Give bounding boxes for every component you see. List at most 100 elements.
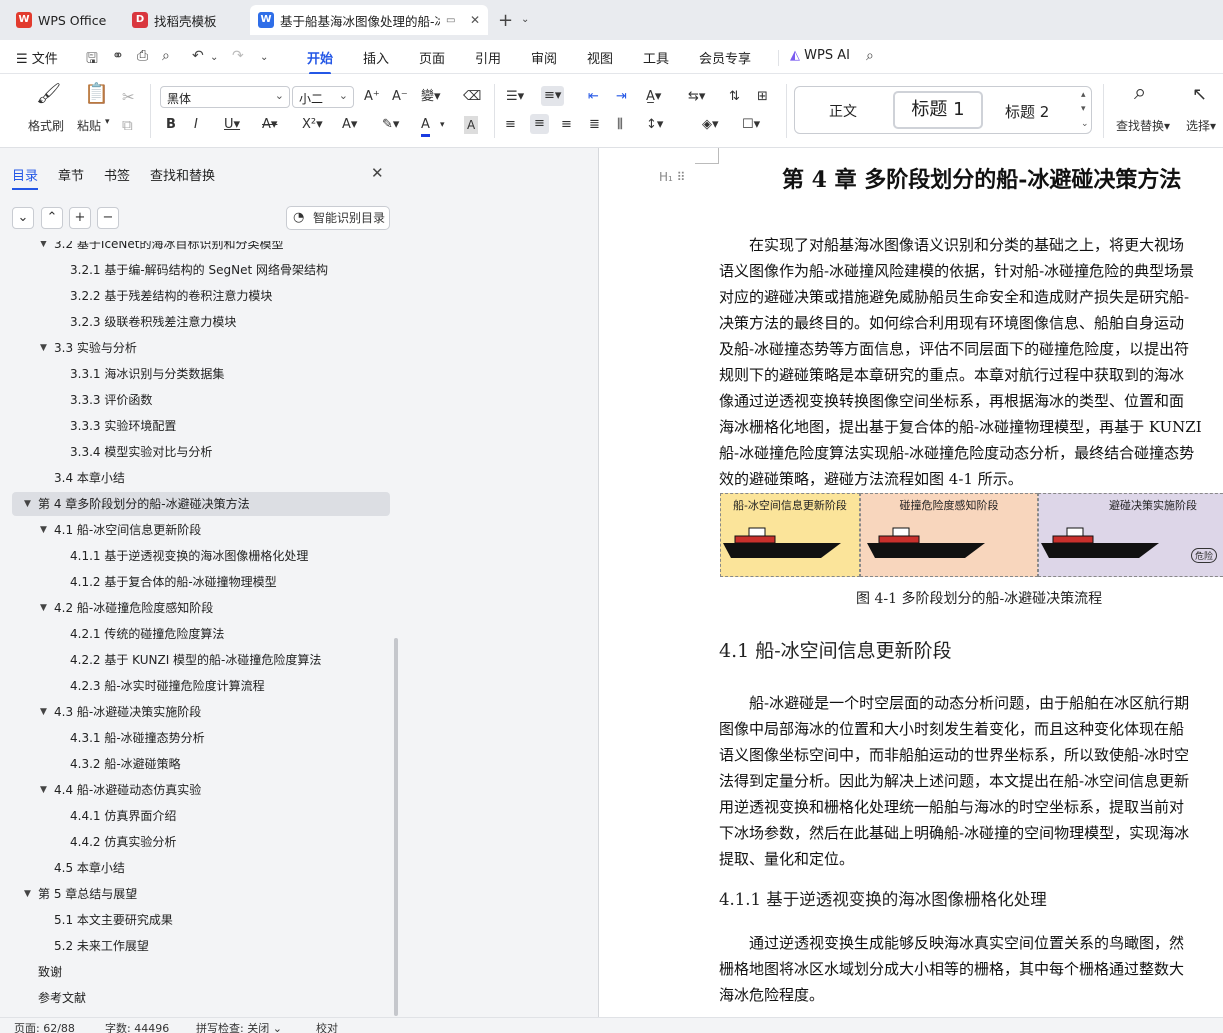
style-scroll-down-icon[interactable]: ▾ — [1081, 104, 1086, 114]
style-heading-1[interactable]: 标题 1 — [893, 91, 983, 129]
toc-item[interactable]: 3.2.2 基于残差结构的卷积注意力模块 — [12, 284, 390, 308]
close-icon[interactable]: ✕ — [464, 13, 480, 27]
print-icon[interactable]: ⎙ — [137, 48, 148, 64]
toc-item[interactable]: 5.2 未来工作展望 — [12, 934, 390, 958]
increase-indent-icon[interactable]: ⇥ — [616, 88, 627, 106]
toc-item[interactable]: 4.4.1 仿真界面介绍 — [12, 804, 390, 828]
char-shading-icon[interactable]: A — [464, 116, 479, 134]
find-replace-icon[interactable]: ⌕ — [1134, 82, 1146, 104]
file-menu[interactable]: ☰ 文件 — [16, 48, 58, 67]
align-right-icon[interactable]: ≡ — [561, 116, 572, 134]
menu-member[interactable]: 会员专享 — [699, 48, 751, 67]
borders-icon[interactable]: ☐▾ — [742, 116, 760, 134]
word-count[interactable]: 字数: 44496 — [105, 1020, 169, 1033]
superscript-icon[interactable]: X²▾ — [302, 116, 323, 134]
align-center-icon[interactable]: ≡ — [530, 114, 549, 134]
phonetic-icon[interactable]: 變▾ — [421, 88, 441, 106]
share-icon[interactable]: ⚭ — [112, 48, 124, 64]
collapse-down-icon[interactable]: ⌄ — [12, 207, 34, 229]
undo-icon[interactable]: ↶ — [192, 48, 204, 64]
menu-references[interactable]: 引用 — [475, 48, 501, 67]
proofread[interactable]: 校对 — [316, 1020, 338, 1033]
select-pointer-icon[interactable]: ↖ — [1192, 86, 1207, 104]
expand-arrow-icon[interactable]: ▼ — [24, 492, 31, 516]
style-normal[interactable]: 正文 — [829, 101, 857, 121]
shading-icon[interactable]: ◈▾ — [702, 116, 719, 134]
wps-ai-button[interactable]: ◭ WPS AI — [790, 48, 850, 63]
toc-item[interactable]: ▼ 4.1 船-冰空间信息更新阶段 — [12, 518, 390, 542]
toc-item[interactable]: ▼ 第 5 章总结与展望 — [12, 882, 390, 906]
toc-item[interactable]: ▼ 3.3 实验与分析 — [12, 336, 390, 360]
toc-item[interactable]: 5.1 本文主要研究成果 — [12, 908, 390, 932]
style-scroll-up-icon[interactable]: ▴ — [1081, 90, 1086, 100]
nav-tab-bookmarks[interactable]: 书签 — [104, 165, 130, 184]
toc-item[interactable]: 4.2.3 船-冰实时碰撞危险度计算流程 — [12, 674, 390, 698]
toc-item[interactable]: 4.2.2 基于 KUNZI 模型的船-冰碰撞危险度算法 — [12, 648, 390, 672]
decrease-indent-icon[interactable]: ⇤ — [588, 88, 599, 106]
page-count[interactable]: 页面: 62/88 — [14, 1020, 75, 1033]
toc-item[interactable]: 3.3.3 实验环境配置 — [12, 414, 390, 438]
menu-insert[interactable]: 插入 — [363, 48, 389, 67]
underline-icon[interactable]: U▾ — [224, 116, 240, 134]
find-replace-label[interactable]: 查找替换▾ — [1116, 117, 1170, 134]
format-painter-label[interactable]: 格式刷 — [28, 117, 64, 134]
toc-item[interactable]: ▼ 4.3 船-冰避碰决策实施阶段 — [12, 700, 390, 724]
format-painter-icon[interactable]: 🖌 — [36, 83, 61, 103]
paste-icon[interactable]: 📋 — [84, 83, 109, 103]
expand-arrow-icon[interactable]: ▼ — [40, 518, 47, 542]
numbered-list-icon[interactable]: ≡▾ — [541, 86, 565, 106]
toc-item[interactable]: 4.4.2 仿真实验分析 — [12, 830, 390, 854]
toc-item[interactable]: 4.1.2 基于复合体的船-冰碰撞物理模型 — [12, 570, 390, 594]
expand-arrow-icon[interactable]: ▼ — [24, 882, 31, 906]
smart-toc-button[interactable]: ◔ 智能识别目录 — [286, 206, 390, 230]
chinese-layout-icon[interactable]: A̲▾ — [646, 88, 661, 106]
toc-item[interactable]: ▼ 4.4 船-冰避碰动态仿真实验 — [12, 778, 390, 802]
italic-icon[interactable]: I — [194, 116, 198, 134]
expand-arrow-icon[interactable]: ▼ — [40, 596, 47, 620]
heading-marker-icon[interactable]: H₁ ⠿ — [659, 170, 685, 184]
remove-heading-icon[interactable]: − — [97, 207, 119, 229]
spell-check[interactable]: 拼写检查: 关闭 ⌄ — [196, 1020, 282, 1033]
toc-item[interactable]: 4.3.1 船-冰碰撞态势分析 — [12, 726, 390, 750]
text-effect-icon[interactable]: A▾ — [342, 116, 357, 134]
align-left-icon[interactable]: ≡ — [505, 116, 516, 134]
redo-icon[interactable]: ↷ — [232, 48, 244, 64]
print-preview-icon[interactable]: ⌕ — [162, 48, 170, 64]
style-heading-2[interactable]: 标题 2 — [1005, 101, 1049, 122]
distributed-icon[interactable]: ⫼ — [617, 116, 623, 134]
sort-icon[interactable]: ⇅ — [729, 88, 740, 106]
document-page[interactable]: H₁ ⠿ 第 4 章 多阶段划分的船-冰避碰决策方法 在实现了对船基海冰图像语义… — [598, 148, 1223, 1017]
more-quick-icon[interactable]: ⌄ — [260, 52, 268, 63]
nav-scrollbar[interactable] — [394, 638, 398, 1016]
close-icon[interactable]: ✕ — [371, 164, 384, 182]
bullet-list-icon[interactable]: ☰▾ — [506, 88, 524, 106]
toc-item[interactable]: 3.3.3 评价函数 — [12, 388, 390, 412]
font-name-select[interactable]: 黑体 ⌄ — [160, 86, 290, 108]
toc-item[interactable]: 3.2.3 级联卷积残差注意力模块 — [12, 310, 390, 334]
expand-arrow-icon[interactable]: ▼ — [40, 778, 47, 802]
add-heading-icon[interactable]: + — [69, 207, 91, 229]
tab-current-document[interactable]: W 基于船基海冰图像处理的船-冰 ▭ ✕ — [250, 5, 488, 35]
copy-icon[interactable]: ⧉ — [122, 116, 133, 134]
expand-arrow-icon[interactable]: ▼ — [40, 336, 47, 360]
chevron-down-icon[interactable]: ⌄ — [521, 14, 529, 25]
menu-page[interactable]: 页面 — [419, 48, 445, 67]
toc-item[interactable]: 致谢 — [12, 960, 390, 984]
bold-icon[interactable]: B — [166, 116, 176, 134]
paste-label[interactable]: 粘贴 — [77, 117, 101, 134]
toc-item[interactable]: 3.3.1 海冰识别与分类数据集 — [12, 362, 390, 386]
nav-tab-chapters[interactable]: 章节 — [58, 165, 84, 184]
toc-item[interactable]: 4.3.2 船-冰避碰策略 — [12, 752, 390, 776]
nav-tab-toc[interactable]: 目录 — [12, 165, 39, 190]
menu-tools[interactable]: 工具 — [643, 48, 669, 67]
highlight-icon[interactable]: ✎▾ — [382, 116, 399, 134]
menu-view[interactable]: 视图 — [587, 48, 613, 67]
grow-font-icon[interactable]: A⁺ — [364, 88, 380, 106]
font-color-dropdown-icon[interactable]: ▾ — [440, 116, 445, 134]
expand-arrow-icon[interactable]: ▼ — [40, 241, 47, 256]
toc-item[interactable]: 3.3.4 模型实验对比与分析 — [12, 440, 390, 464]
font-size-select[interactable]: 小二 ⌄ — [292, 86, 354, 108]
tab-wps-office[interactable]: W WPS Office — [8, 5, 118, 35]
toc-item[interactable]: ▼ 4.2 船-冰碰撞危险度感知阶段 — [12, 596, 390, 620]
nav-tab-find[interactable]: 查找和替换 — [150, 165, 215, 184]
